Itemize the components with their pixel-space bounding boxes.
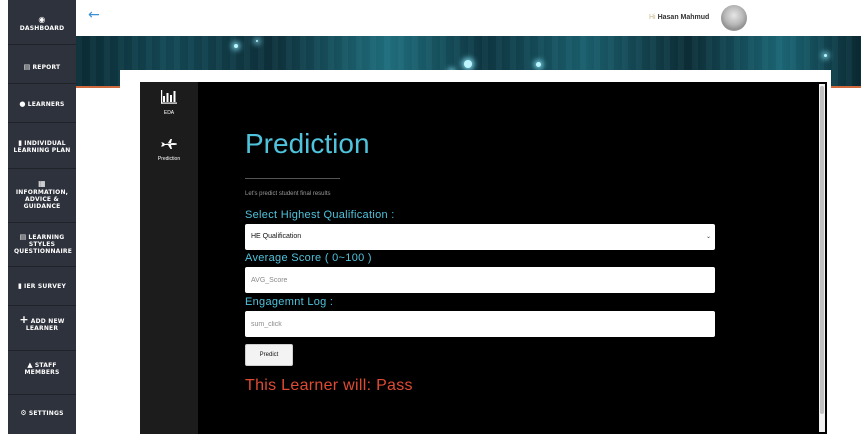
airplane-icon xyxy=(161,139,177,149)
sidebar-item-ier-survey[interactable]: ▮ IER SURVEY xyxy=(8,282,76,291)
back-arrow-icon[interactable]: ← xyxy=(88,8,100,22)
predict-button[interactable]: Predict xyxy=(245,344,293,366)
sidebar-item-label: INFORMATION, ADVICE & GUIDANCE xyxy=(15,189,69,210)
greeting-text: Hi xyxy=(649,14,656,21)
sidebar-item-label: SETTINGS xyxy=(28,410,64,417)
subnav-item-eda[interactable]: EDA xyxy=(140,90,198,116)
banner-light xyxy=(234,44,238,48)
survey-icon: ▮ xyxy=(17,282,23,290)
nav-divider xyxy=(8,266,76,267)
sidebar-item-label: DASHBOARD xyxy=(19,25,65,32)
plan-icon: ▮ xyxy=(18,139,23,147)
nav-divider xyxy=(8,122,76,123)
banner-light xyxy=(536,62,541,67)
nav-divider xyxy=(8,44,76,45)
engagement-input[interactable] xyxy=(245,311,715,337)
sidebar-item-add-new-learner[interactable]: + ADD NEW LEARNER xyxy=(8,313,76,332)
gear-icon: ⚙ xyxy=(20,409,27,417)
prediction-panel xyxy=(140,82,827,434)
sidebar-item-dashboard[interactable]: ◉ DASHBOARD xyxy=(8,15,76,32)
qualification-select[interactable]: HE Qualification ⌄ xyxy=(245,224,715,250)
banner-light xyxy=(824,54,827,57)
subnav: EDA Prediction xyxy=(140,82,198,434)
sidebar-item-settings[interactable]: ⚙ SETTINGS xyxy=(8,409,76,418)
qualification-selected-value: HE Qualification xyxy=(251,233,302,240)
report-icon: ▤ xyxy=(23,63,31,71)
questionnaire-icon: ▤ xyxy=(19,233,27,241)
banner-light xyxy=(256,40,258,42)
prediction-result: This Learner will: Pass xyxy=(245,377,413,394)
subnav-item-label: EDA xyxy=(163,110,175,116)
nav-divider xyxy=(8,394,76,395)
avatar[interactable] xyxy=(721,5,747,31)
nav-divider xyxy=(8,168,76,169)
info-icon: ▦ xyxy=(38,179,46,188)
average-score-input[interactable] xyxy=(245,267,715,293)
nav-divider xyxy=(8,305,76,306)
sidebar-item-learners[interactable]: ● LEARNERS xyxy=(8,100,76,109)
page-title: Prediction xyxy=(245,128,370,159)
top-bar: ← Hi Hasan Mahmud xyxy=(76,0,861,36)
sidebar-item-label: REPORT xyxy=(32,64,61,71)
plus-icon: + xyxy=(19,313,29,326)
dashboard-icon: ◉ xyxy=(38,15,46,24)
average-score-label: Average Score ( 0~100 ) xyxy=(245,252,372,264)
banner-light xyxy=(464,60,472,68)
nav-divider xyxy=(8,83,76,84)
title-divider xyxy=(245,178,340,179)
sidebar-item-report[interactable]: ▤ REPORT xyxy=(8,63,76,72)
sidebar-item-label: ADD NEW LEARNER xyxy=(25,318,65,332)
chevron-down-icon: ⌄ xyxy=(705,234,711,240)
sidebar: ◉ DASHBOARD ▤ REPORT ● LEARNERS ▮ INDIVIDUA… xyxy=(8,0,76,434)
subnav-item-label: Prediction xyxy=(157,156,181,162)
sidebar-item-label: LEARNERS xyxy=(27,101,65,108)
staff-icon: ▲ xyxy=(27,361,33,369)
page-tagline: Let's predict student final results xyxy=(245,191,331,197)
qualification-label: Select Highest Qualification : xyxy=(245,209,395,221)
username[interactable]: Hasan Mahmud xyxy=(658,14,710,21)
sidebar-item-information-advice-guidance[interactable]: ▦ INFORMATION, ADVICE & GUIDANCE xyxy=(8,179,76,210)
sidebar-item-individual-learning-plan[interactable]: ▮ INDIVIDUAL LEARNING PLAN xyxy=(8,139,76,155)
sidebar-item-staff-members[interactable]: ▲ STAFF MEMBERS xyxy=(8,361,76,377)
engagement-label: Engagemnt Log : xyxy=(245,296,334,308)
scrollbar-thumb[interactable] xyxy=(820,86,824,414)
bar-chart-icon xyxy=(161,90,177,104)
sidebar-item-learning-styles[interactable]: ▤ LEARNING STYLES QUESTIONNAIRE xyxy=(8,233,76,256)
learners-icon: ● xyxy=(19,100,26,108)
user-greeting: Hi Hasan Mahmud xyxy=(649,14,709,21)
sidebar-item-label: IER SURVEY xyxy=(24,283,66,290)
nav-divider xyxy=(8,222,76,223)
subnav-item-prediction[interactable]: Prediction xyxy=(140,138,198,162)
nav-divider xyxy=(8,350,76,351)
